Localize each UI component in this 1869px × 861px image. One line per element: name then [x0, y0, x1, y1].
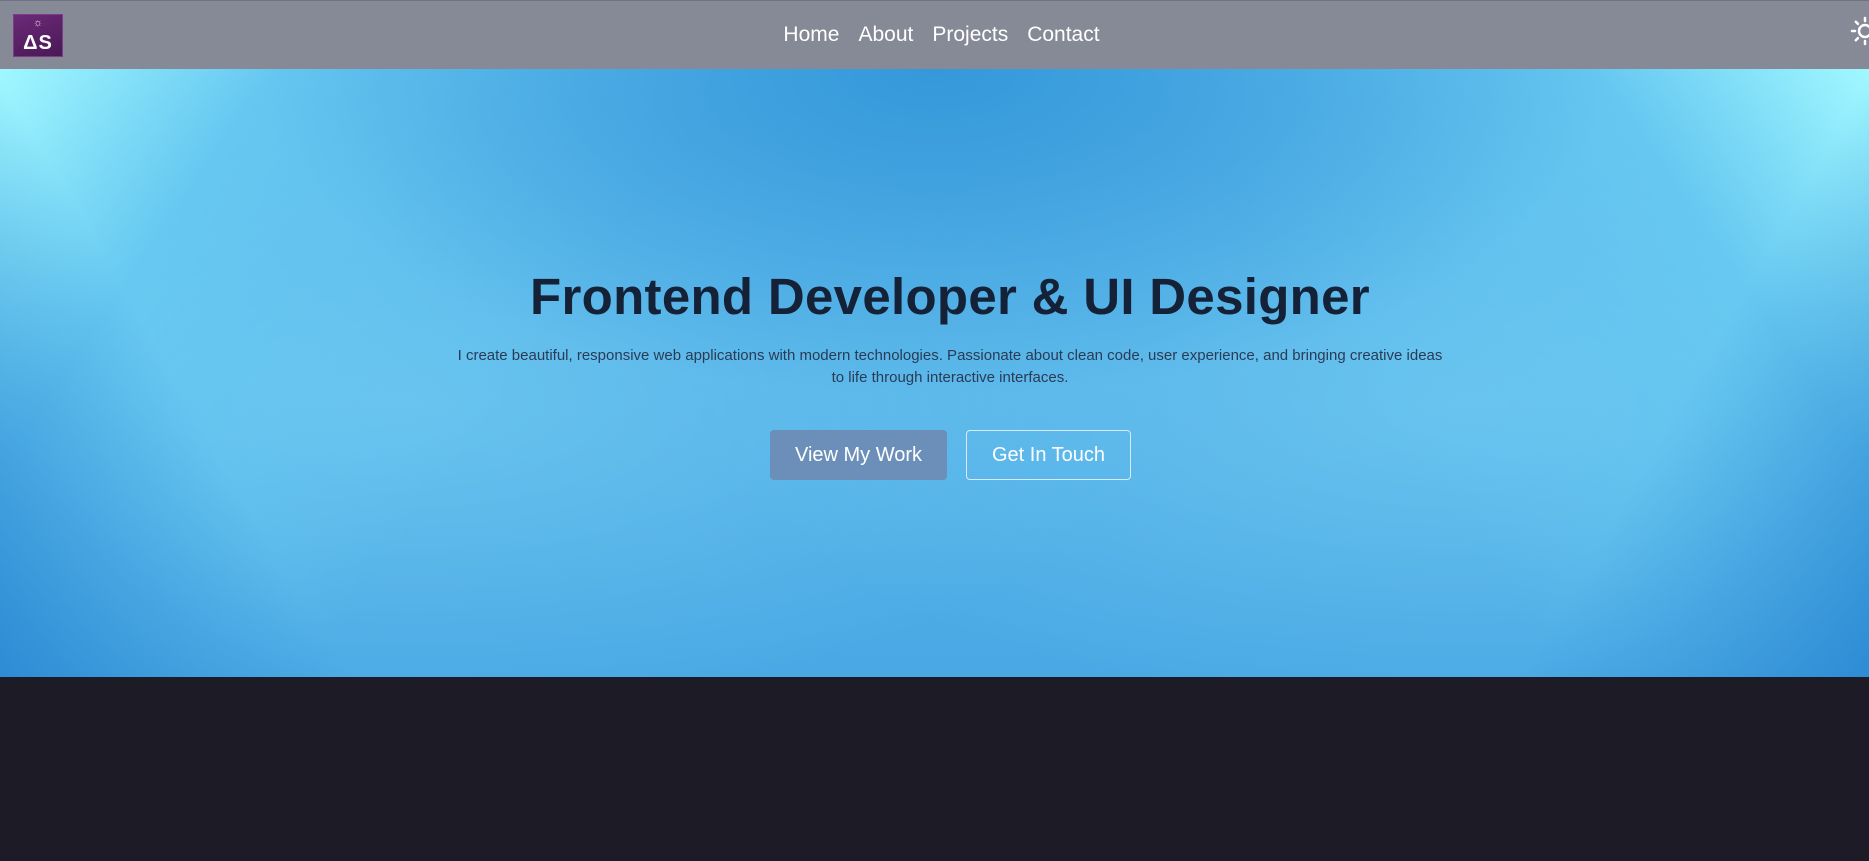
- get-in-touch-button[interactable]: Get In Touch: [966, 430, 1131, 480]
- nav-link-about[interactable]: About: [858, 23, 913, 47]
- hero-shading-right: [1449, 69, 1869, 677]
- top-navbar: ☼ ΔS Home About Projects Contact: [0, 0, 1869, 69]
- theme-toggle-button[interactable]: [1850, 16, 1869, 46]
- nav-link-home[interactable]: Home: [783, 23, 839, 47]
- sun-icon: [1850, 16, 1869, 46]
- nav-link-contact[interactable]: Contact: [1027, 23, 1099, 47]
- hero-section: Frontend Developer & UI Designer I creat…: [0, 69, 1869, 677]
- dark-content-section: [0, 677, 1869, 861]
- view-my-work-button[interactable]: View My Work: [770, 430, 947, 480]
- nav-link-projects[interactable]: Projects: [932, 23, 1008, 47]
- hero-title: Frontend Developer & UI Designer: [530, 268, 1370, 325]
- hero-shading-left: [0, 69, 420, 677]
- hero-subtitle: I create beautiful, responsive web appli…: [457, 347, 1443, 386]
- main-nav: Home About Projects Contact: [0, 1, 1869, 69]
